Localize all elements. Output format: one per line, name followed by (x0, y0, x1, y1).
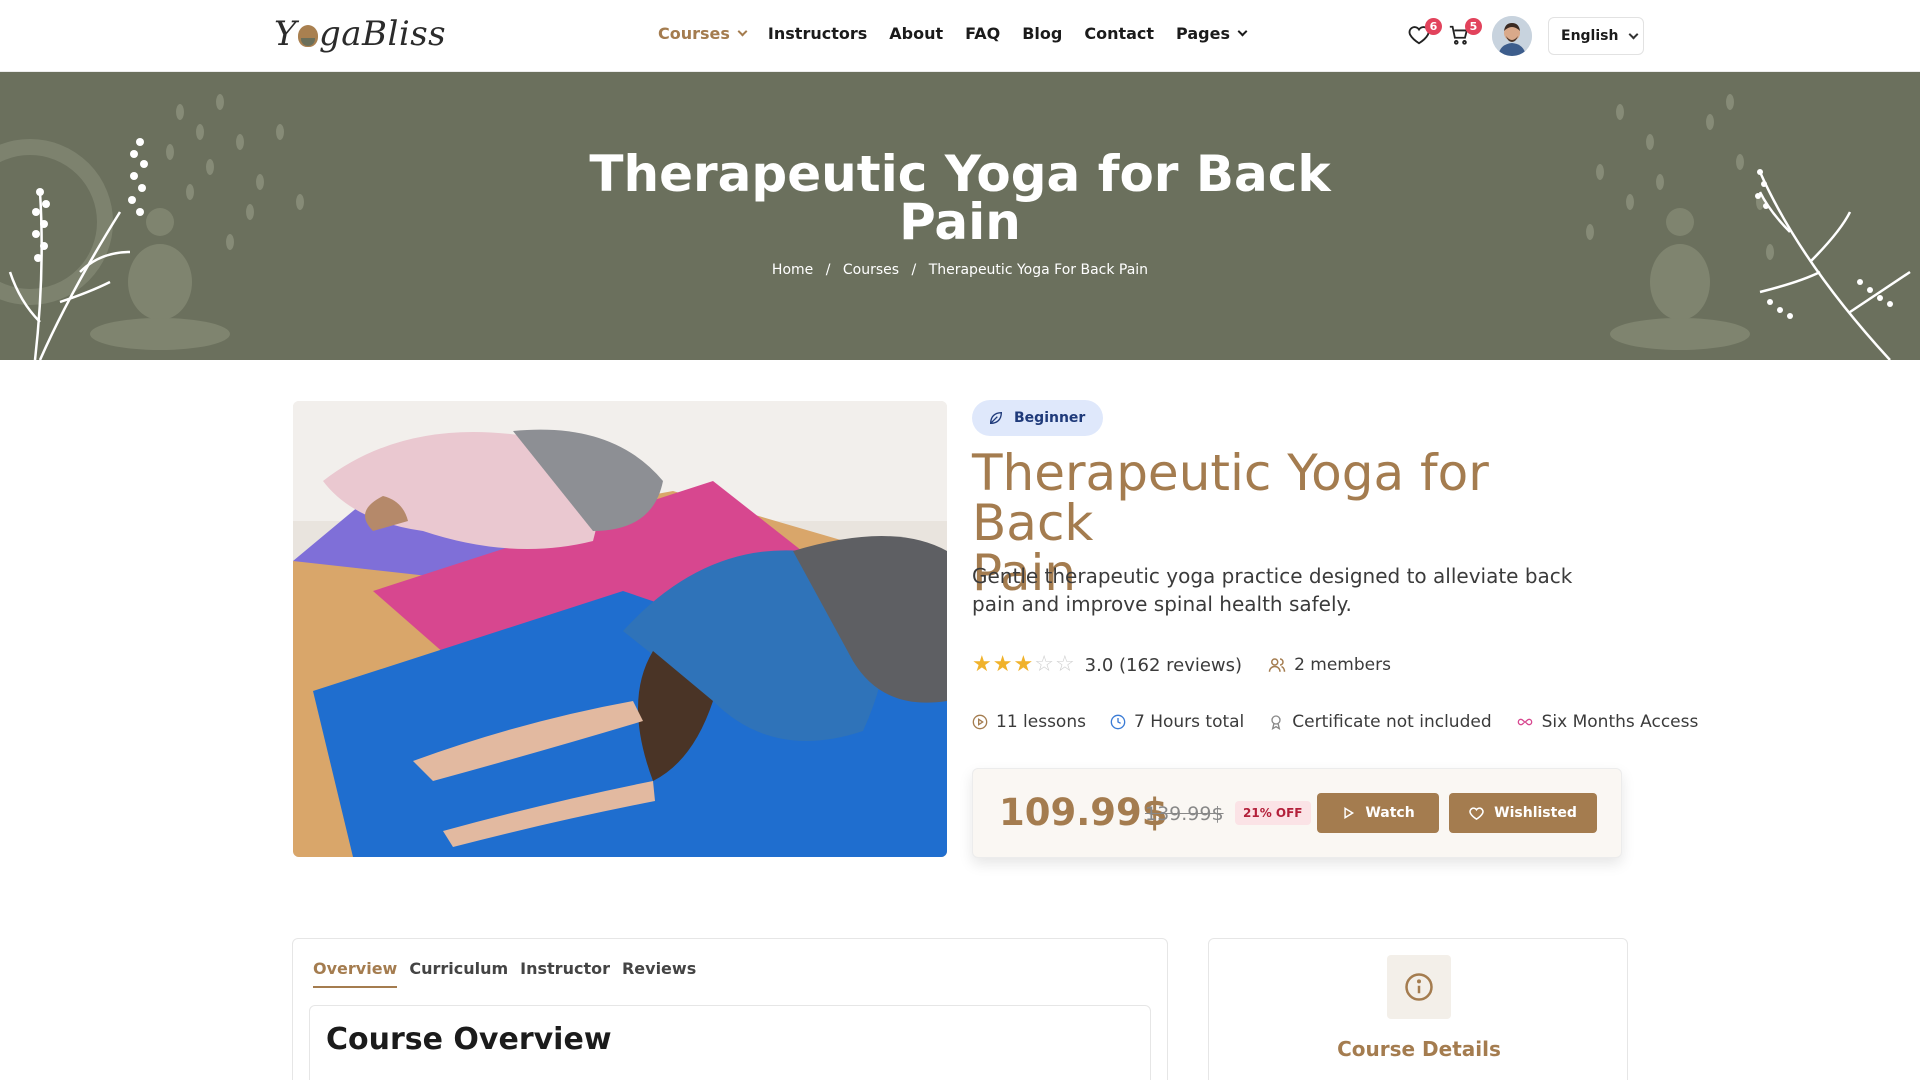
breadcrumb-home[interactable]: Home (772, 262, 813, 278)
breadcrumb-courses[interactable]: Courses (843, 262, 899, 278)
cart-button[interactable]: 5 (1448, 18, 1482, 50)
wishlist-button-label: Wishlisted (1494, 805, 1577, 821)
star-filled-icon: ★ (972, 652, 992, 677)
language-label: English (1561, 28, 1619, 44)
breadcrumb: Home / Courses / Therapeutic Yoga For Ba… (560, 262, 1360, 278)
course-title-line-1: Therapeutic Yoga for Back (972, 444, 1489, 552)
members-count: 2 members (1268, 655, 1391, 675)
nav-contact-label: Contact (1084, 24, 1155, 43)
meta-access: Six Months Access (1516, 712, 1699, 732)
rating-stars: ★ ★ ★ ☆ ☆ (972, 654, 1075, 676)
discount-badge: 21% OFF (1235, 801, 1311, 825)
award-icon (1271, 715, 1281, 730)
overview-panel: Course Overview (309, 1005, 1151, 1080)
language-select[interactable]: English (1548, 17, 1644, 55)
meta-certificate: Certificate not included (1268, 712, 1492, 732)
nav-instructors-label: Instructors (767, 24, 868, 43)
meta-lessons: 11 lessons (972, 712, 1086, 732)
wishlist-button[interactable]: 6 (1408, 18, 1442, 50)
overview-title: Course Overview (326, 1022, 612, 1057)
nav-pages[interactable]: Pages (1176, 24, 1248, 43)
nav-about[interactable]: About (889, 24, 943, 43)
course-meta: 11 lessons 7 Hours total Certificate not… (972, 712, 1722, 732)
nav-courses-label: Courses (658, 24, 730, 43)
breadcrumb-separator: / (911, 262, 917, 278)
nav-blog[interactable]: Blog (1022, 24, 1062, 43)
old-price: 139.99$ (1145, 803, 1224, 825)
price-box: 109.99$ 139.99$ 21% OFF Watch Wishlisted (972, 768, 1622, 858)
breadcrumb-separator: / (825, 262, 831, 278)
wishlist-count-badge: 6 (1425, 18, 1442, 35)
star-filled-icon: ★ (1013, 652, 1034, 677)
cart-count-badge: 5 (1465, 18, 1482, 35)
star-filled-icon: ★ (992, 652, 1013, 677)
play-circle-icon (972, 714, 988, 730)
page-title-line-2: Pain (899, 193, 1021, 251)
hours-label: 7 Hours total (1133, 712, 1245, 732)
nav-faq[interactable]: FAQ (965, 24, 1000, 43)
nav-courses[interactable]: Courses (658, 24, 748, 43)
page-hero: Therapeutic Yoga for Back Pain Home / Co… (0, 72, 1920, 360)
site-header: Y gaBliss Courses Instructors About FAQ … (0, 0, 1920, 72)
star-empty-icon: ☆ (1054, 652, 1075, 677)
chevron-down-icon (737, 26, 748, 37)
logo[interactable]: Y gaBliss (274, 14, 446, 54)
chevron-down-icon (1237, 26, 1248, 37)
leaf-icon (989, 411, 1003, 425)
lessons-label: 11 lessons (996, 712, 1086, 732)
current-price: 109.99$ (999, 791, 1168, 834)
nav-contact[interactable]: Contact (1084, 24, 1154, 43)
rating-text: 3.0 (162 reviews) (1084, 654, 1243, 676)
infinity-icon (1517, 718, 1532, 726)
course-details-card: Course Details (1208, 938, 1628, 1080)
logo-text-start: Y (274, 14, 297, 54)
course-tabs: Overview Curriculum Instructor Reviews (313, 959, 696, 988)
access-label: Six Months Access (1541, 712, 1699, 732)
tab-reviews[interactable]: Reviews (622, 959, 696, 988)
tab-instructor[interactable]: Instructor (520, 959, 610, 988)
logo-text-end: gaBliss (318, 14, 447, 54)
meta-hours: 7 Hours total (1110, 712, 1244, 732)
level-label: Beginner (1014, 410, 1086, 426)
nav-instructors[interactable]: Instructors (768, 24, 867, 43)
user-avatar[interactable] (1492, 16, 1532, 56)
play-icon (1344, 807, 1355, 819)
botanical-decoration-left-icon (0, 94, 304, 360)
info-icon (1405, 973, 1433, 1001)
watch-button[interactable]: Watch (1317, 793, 1439, 833)
heart-icon (1469, 806, 1484, 820)
nav-pages-label: Pages (1176, 24, 1230, 43)
botanical-decoration-right-icon (1586, 94, 1911, 360)
logo-meditation-icon (297, 25, 318, 47)
watch-button-label: Watch (1365, 805, 1415, 821)
members-label: 2 members (1294, 655, 1391, 675)
level-badge: Beginner (972, 400, 1104, 436)
course-details-title: Course Details (1337, 1037, 1501, 1061)
certificate-label: Certificate not included (1292, 712, 1492, 732)
course-tabs-card: Overview Curriculum Instructor Reviews C… (292, 938, 1168, 1080)
nav-about-label: About (889, 24, 944, 43)
yoga-photo-illustration (293, 401, 947, 857)
chevron-down-icon (1629, 29, 1639, 39)
wishlist-toggle-button[interactable]: Wishlisted (1449, 793, 1597, 833)
breadcrumb-current: Therapeutic Yoga For Back Pain (928, 262, 1149, 278)
course-description: Gentle therapeutic yoga practice designe… (972, 564, 1573, 616)
avatar-portrait-icon (1492, 16, 1532, 56)
main-nav: Courses Instructors About FAQ Blog Conta… (658, 24, 1268, 43)
nav-faq-label: FAQ (965, 24, 1001, 43)
tab-curriculum[interactable]: Curriculum (409, 959, 508, 988)
users-icon (1268, 658, 1286, 672)
course-image (293, 401, 947, 857)
clock-icon (1110, 714, 1126, 730)
page-title-line-1: Therapeutic Yoga for Back (589, 145, 1331, 203)
tab-overview[interactable]: Overview (313, 959, 398, 988)
nav-blog-label: Blog (1022, 24, 1063, 43)
star-empty-icon: ☆ (1034, 652, 1054, 677)
rating-row: ★ ★ ★ ☆ ☆ 3.0 (162 reviews) 2 members (972, 654, 1391, 676)
info-icon-box (1387, 955, 1451, 1019)
page-title: Therapeutic Yoga for Back Pain (560, 145, 1360, 251)
